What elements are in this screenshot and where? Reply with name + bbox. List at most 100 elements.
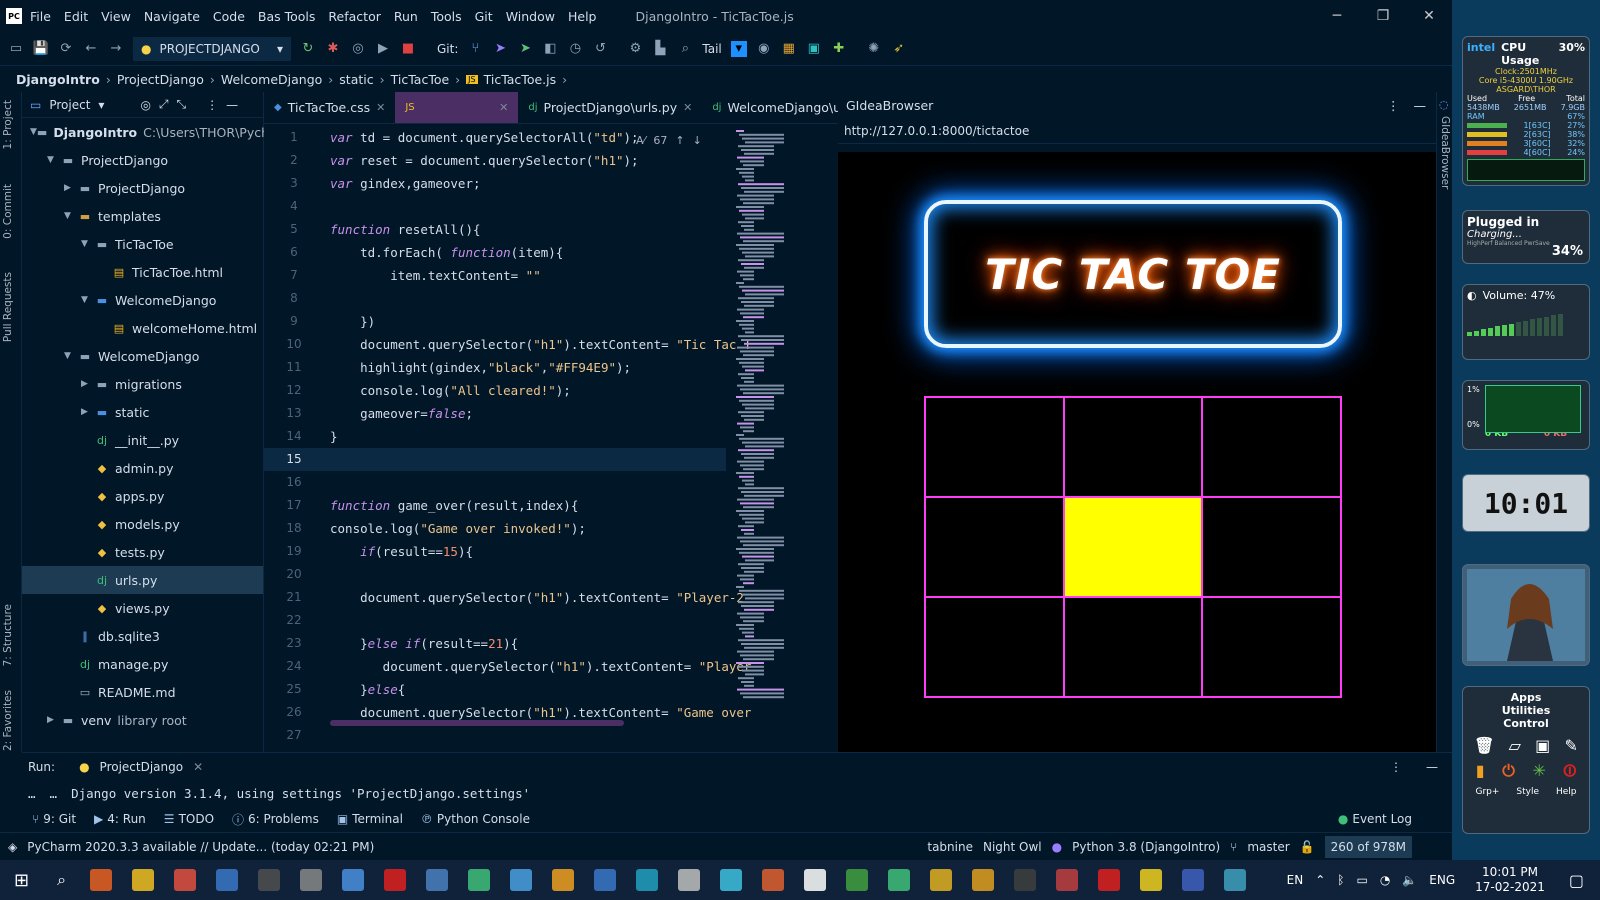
interpreter-label[interactable]: Python 3.8 (DjangoIntro)	[1072, 840, 1220, 854]
forward-icon[interactable]: →	[108, 41, 124, 57]
sleep-icon[interactable]: ✳	[1532, 761, 1545, 781]
run-tab[interactable]: ProjectDjango	[100, 760, 184, 774]
tree-item[interactable]: ∥ db.sqlite3	[22, 622, 263, 650]
lock-icon[interactable]: ▮	[1476, 761, 1485, 781]
board-cell[interactable]	[925, 597, 1064, 697]
open-folder-icon[interactable]: ▭	[8, 41, 24, 57]
taskbar-app-icon[interactable]	[678, 869, 701, 891]
menu-item-bas-tools[interactable]: Bas Tools	[258, 9, 316, 24]
menu-item-git[interactable]: Git	[475, 9, 493, 24]
tool-window-button[interactable]: ℗ Python Console	[421, 812, 530, 826]
launcher-help-button[interactable]: Help	[1556, 787, 1577, 797]
tool-window-button[interactable]: ▶ 4: Run	[94, 812, 146, 826]
tool-window-button[interactable]: ▣ Terminal	[337, 812, 403, 826]
tree-item[interactable]: ◆ views.py	[22, 594, 263, 622]
chevron-up-icon[interactable]: ⌃	[1315, 873, 1325, 887]
run-console[interactable]: … … Django version 3.1.4, using settings…	[22, 780, 1452, 806]
menu-item-file[interactable]: File	[30, 9, 51, 24]
pc-icon[interactable]: ▣	[1535, 736, 1550, 755]
board-cell[interactable]	[925, 397, 1064, 497]
battery-icon[interactable]: ▭	[1356, 873, 1367, 887]
save-icon[interactable]: 💾	[33, 41, 49, 57]
project-panel-title[interactable]: Project	[49, 98, 90, 112]
taskbar-app-icon[interactable]	[1182, 869, 1205, 891]
search-icon[interactable]: ⌕	[677, 41, 693, 57]
tree-item[interactable]: ▼ ▬ TicTacToe	[22, 230, 263, 258]
tree-item[interactable]: ▼ ▬ DjangoIntro C:\Users\THOR\Pycharm	[22, 118, 294, 146]
editor-tab[interactable]: JS TicTacToe.js ✕	[395, 92, 519, 123]
restore-button[interactable]: ❐	[1360, 0, 1406, 32]
branch-label[interactable]: master	[1247, 840, 1289, 854]
gideabrowser-tool-tab[interactable]: GIdeaBrowser	[1439, 116, 1451, 189]
board-cell[interactable]	[1063, 397, 1203, 497]
hide-icon[interactable]: —	[1414, 98, 1427, 113]
breadcrumb-item[interactable]: TicTacToe.js	[484, 72, 557, 87]
taskbar-app-icon[interactable]	[468, 869, 491, 891]
settings-gear-icon[interactable]: ⚙	[627, 41, 643, 57]
pull-requests-tool-tab[interactable]: Pull Requests	[2, 272, 14, 342]
plugin-blue-icon[interactable]: ▾	[730, 40, 747, 57]
close-icon[interactable]: ✕	[499, 101, 508, 114]
rollback-icon[interactable]: ↺	[592, 41, 608, 57]
menu-item-navigate[interactable]: Navigate	[144, 9, 200, 24]
tail-button[interactable]: Tail	[702, 42, 721, 56]
board-cell[interactable]	[1063, 597, 1203, 697]
menu-item-refactor[interactable]: Refactor	[328, 9, 380, 24]
taskbar-app-icon[interactable]	[300, 869, 323, 891]
rocket-icon[interactable]: ➶	[891, 41, 907, 57]
tree-item[interactable]: ▶ ▬ ProjectDjango	[22, 174, 263, 202]
event-log-button[interactable]: ● Event Log	[1338, 812, 1412, 826]
tree-item[interactable]: ▼ ▬ WelcomeDjango	[22, 286, 263, 314]
taskbar-app-icon[interactable]	[258, 869, 281, 891]
locate-icon[interactable]: ◎	[140, 98, 150, 112]
code-area[interactable]: var td = document.querySelectorAll("td")…	[330, 126, 751, 747]
next-problem-icon[interactable]: ↓	[693, 134, 702, 147]
hide-icon[interactable]: —	[1426, 760, 1438, 774]
tool-window-button[interactable]: ☰ TODO	[164, 812, 214, 826]
search-icon[interactable]: ⌕	[57, 870, 66, 890]
structure-tool-tab[interactable]: 7: Structure	[2, 604, 14, 666]
tree-item[interactable]: dj __init__.py	[22, 426, 263, 454]
run-config-dropdown[interactable]: ● PROJECTDJANGO ▾	[133, 36, 291, 61]
close-icon[interactable]: ✕	[193, 760, 203, 774]
tree-item[interactable]: ◆ apps.py	[22, 482, 263, 510]
options-icon[interactable]: ⋮	[1387, 98, 1400, 113]
project-tool-tab[interactable]: 1: Project	[2, 100, 14, 149]
tree-item[interactable]: ▼ ▬ WelcomeDjango	[22, 342, 263, 370]
launcher-style-button[interactable]: Style	[1516, 787, 1539, 797]
recycle-bin-icon[interactable]: 🗑	[1474, 736, 1494, 755]
breadcrumb-item[interactable]: DjangoIntro	[16, 72, 100, 87]
windows-start-icon[interactable]: ⊞	[14, 870, 29, 891]
taskbar-app-icon[interactable]	[846, 869, 869, 891]
expand-icon[interactable]: ⤢	[159, 97, 169, 112]
theme-label[interactable]: Night Owl	[983, 840, 1042, 854]
taskbar-app-icon[interactable]	[1140, 869, 1163, 891]
commit-tool-tab[interactable]: 0: Commit	[2, 184, 14, 239]
git-push-icon[interactable]: ➤	[517, 41, 533, 57]
chevron-down-icon[interactable]: ▾	[98, 98, 104, 112]
puzzle-icon[interactable]: ✚	[831, 41, 847, 57]
menu-item-edit[interactable]: Edit	[64, 9, 88, 24]
code-minimap[interactable]	[730, 126, 838, 726]
plugin-grid-icon[interactable]: ▦	[781, 41, 797, 57]
tree-item[interactable]: ▭ README.md	[22, 678, 263, 706]
stop-icon[interactable]: ■	[400, 41, 416, 57]
board-cell[interactable]	[1202, 597, 1341, 697]
close-button[interactable]: ✕	[1406, 0, 1452, 32]
breadcrumb-item[interactable]: ProjectDjango	[117, 72, 204, 87]
back-icon[interactable]: ←	[83, 41, 99, 57]
breadcrumb-item[interactable]: static	[339, 72, 373, 87]
coverage-icon[interactable]: ◎	[350, 41, 366, 57]
taskbar-app-icon[interactable]	[132, 869, 155, 891]
tree-item[interactable]: ▤ welcomeHome.html	[22, 314, 263, 342]
tree-item[interactable]: dj manage.py	[22, 650, 263, 678]
taskbar-app-icon[interactable]	[1224, 869, 1247, 891]
horizontal-scrollbar[interactable]	[330, 720, 624, 726]
inspection-widget[interactable]: A⁄ 67 ↑ ↓	[636, 134, 702, 147]
taskbar-app-icon[interactable]	[90, 869, 113, 891]
tree-item[interactable]: ▶ ▬ static	[22, 398, 263, 426]
prev-problem-icon[interactable]: ↑	[675, 134, 684, 147]
board-cell[interactable]	[1202, 397, 1341, 497]
bluetooth-icon[interactable]: ᛒ	[1337, 873, 1344, 887]
close-icon[interactable]: ✕	[376, 101, 385, 114]
